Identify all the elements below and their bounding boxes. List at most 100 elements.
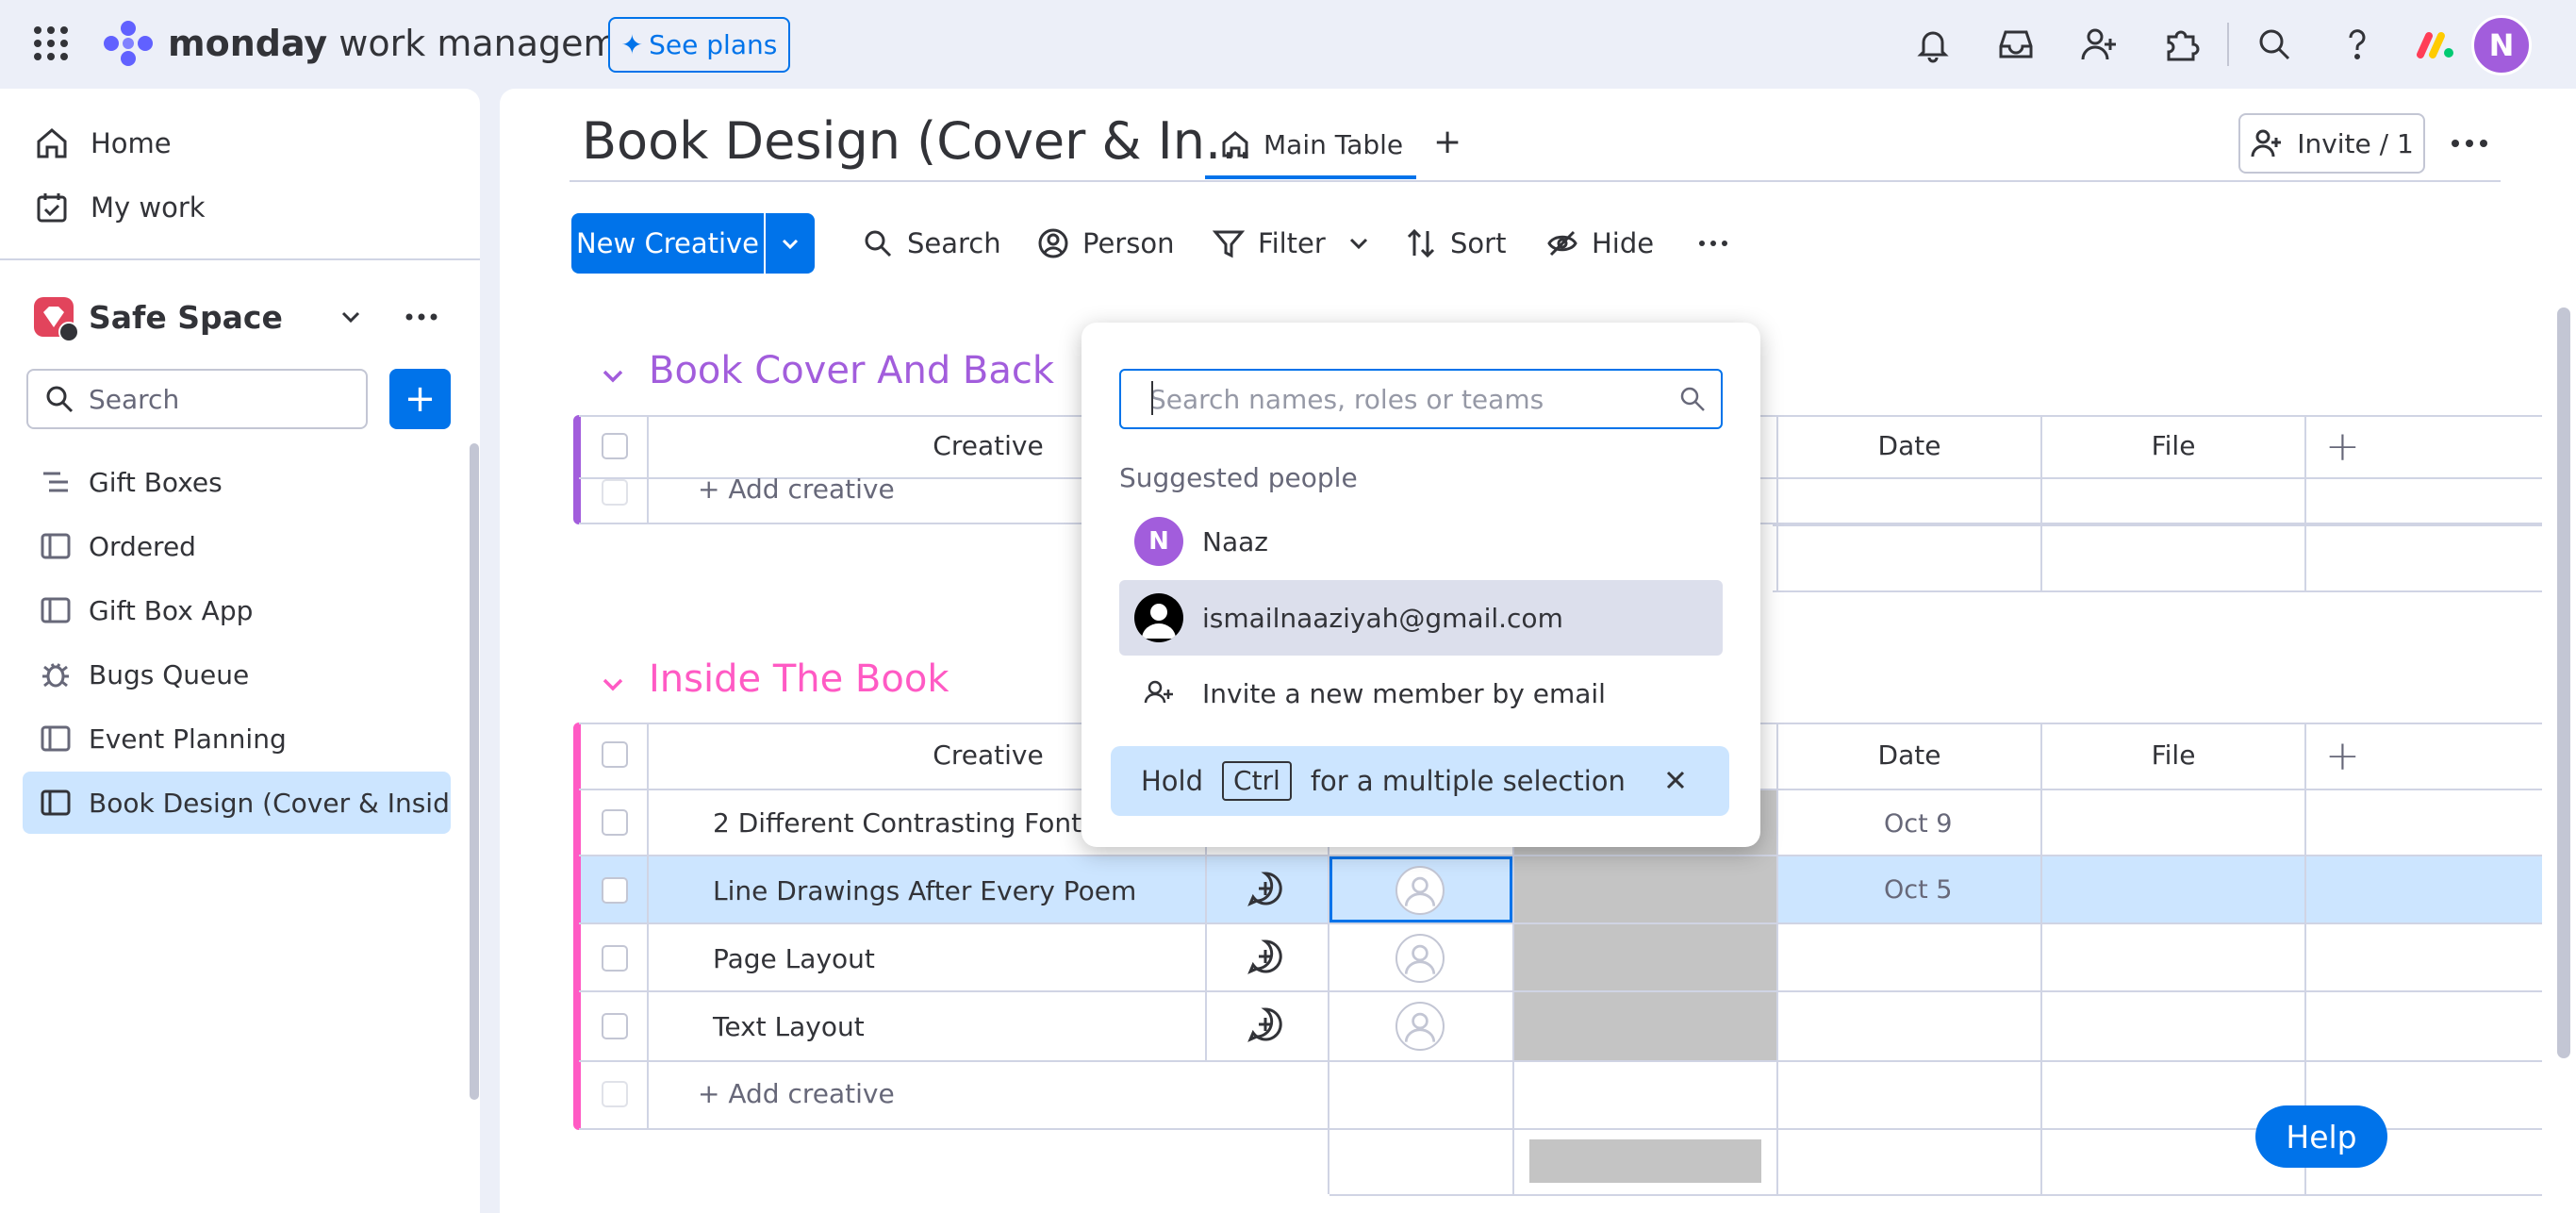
apps-grid-icon[interactable]: [32, 25, 70, 62]
new-creative-button[interactable]: New Creative: [571, 213, 764, 274]
eye-off-icon: [1547, 230, 1577, 257]
person-placeholder-icon[interactable]: [1395, 866, 1445, 915]
column-header-date[interactable]: Date: [1778, 430, 2040, 461]
board-icon: [41, 533, 71, 559]
row-checkbox[interactable]: [602, 1081, 628, 1107]
group-title[interactable]: Book Cover And Back: [649, 349, 1054, 392]
inbox-icon[interactable]: [1995, 24, 2037, 65]
column-header-file[interactable]: File: [2042, 430, 2304, 461]
invite-label: Invite / 1: [2297, 127, 2414, 159]
sidebar-item-my-work[interactable]: My work: [34, 178, 206, 237]
search-icon: [46, 386, 74, 413]
board-label: Ordered: [89, 530, 196, 562]
table-row-name[interactable]: Line Drawings After Every Poem: [713, 875, 1136, 906]
sparkle-icon: ✦: [620, 29, 644, 60]
col-divider: [1328, 789, 1329, 1194]
add-item-link[interactable]: + Add creative: [698, 474, 895, 505]
toolbar-filter-button[interactable]: Filter: [1213, 213, 1326, 274]
tab-main-table[interactable]: Main Table: [1220, 123, 1403, 166]
add-update-icon[interactable]: [1247, 870, 1284, 907]
toolbar-hide-button[interactable]: Hide: [1546, 213, 1654, 274]
person-search-placeholder: Search names, roles or teams: [1149, 383, 1544, 415]
user-avatar[interactable]: N: [2471, 15, 2532, 75]
person-placeholder-icon[interactable]: [1395, 1002, 1445, 1051]
board-more-icon[interactable]: [2450, 126, 2489, 160]
sidebar-board-ordered[interactable]: Ordered: [23, 515, 451, 577]
apps-puzzle-icon[interactable]: [2161, 24, 2203, 65]
filter-dropdown-toggle[interactable]: [1343, 213, 1375, 274]
main-scrollbar[interactable]: [2557, 307, 2570, 1058]
sidebar-board-gift-boxes[interactable]: Gift Boxes: [23, 451, 451, 513]
group-collapse-icon[interactable]: [600, 671, 626, 697]
add-update-icon[interactable]: [1247, 1005, 1284, 1043]
close-icon[interactable]: [1661, 766, 1690, 794]
help-icon[interactable]: [2337, 24, 2378, 65]
help-button[interactable]: Help: [2255, 1105, 2387, 1168]
sidebar-board-bugs-queue[interactable]: Bugs Queue: [23, 643, 451, 706]
invite-members-icon[interactable]: [2078, 24, 2120, 65]
table-row-date[interactable]: Oct 9: [1884, 809, 1952, 839]
person-search-input[interactable]: Search names, roles or teams: [1119, 369, 1723, 429]
toolbar-more-icon[interactable]: [1697, 213, 1729, 274]
row-checkbox[interactable]: [602, 809, 628, 836]
table-row-name[interactable]: Text Layout: [713, 1011, 865, 1042]
column-header-date[interactable]: Date: [1778, 739, 2040, 771]
search-icon: [1678, 385, 1707, 413]
invite-by-email-option[interactable]: Invite a new member by email: [1119, 656, 1723, 731]
row-checkbox[interactable]: [602, 877, 628, 904]
active-tab-indicator: [1205, 175, 1416, 179]
sidebar-board-book-design[interactable]: Book Design (Cover & Insid...: [23, 772, 451, 834]
group-collapse-icon[interactable]: [600, 362, 626, 389]
sidebar-search-input[interactable]: Search: [26, 369, 368, 429]
add-update-icon[interactable]: [1247, 938, 1284, 975]
sidebar-scrollbar[interactable]: [470, 443, 479, 1100]
column-header-file[interactable]: File: [2042, 739, 2304, 771]
toolbar-person-button[interactable]: Person: [1037, 213, 1174, 274]
add-column-button[interactable]: +: [2325, 423, 2360, 471]
chevron-down-icon[interactable]: [338, 304, 364, 330]
new-creative-dropdown[interactable]: [766, 213, 815, 274]
table-row-name[interactable]: Page Layout: [713, 943, 875, 974]
top-bar: monday work management ✦ See plans N: [0, 0, 2576, 89]
workspace-selector[interactable]: Safe Space: [34, 289, 283, 345]
brand-name[interactable]: monday work management: [168, 21, 677, 66]
see-plans-button[interactable]: ✦ See plans: [608, 17, 790, 73]
brand-bold: monday: [168, 23, 328, 64]
person-placeholder-icon[interactable]: [1395, 934, 1445, 983]
toolbar-search-button[interactable]: Search: [862, 213, 1001, 274]
person-option[interactable]: N Naaz: [1119, 504, 1723, 579]
row-checkbox[interactable]: [602, 945, 628, 972]
invite-button[interactable]: Invite / 1: [2238, 113, 2425, 174]
toolbar-hide-label: Hide: [1592, 227, 1655, 259]
row-checkbox[interactable]: [602, 1013, 628, 1039]
workspace-more-icon[interactable]: [404, 304, 439, 330]
table-row-date[interactable]: Oct 5: [1884, 875, 1952, 905]
invite-by-email-label: Invite a new member by email: [1202, 677, 1606, 709]
add-view-button[interactable]: +: [1433, 123, 1461, 161]
add-column-button[interactable]: +: [2325, 732, 2360, 780]
row-checkbox[interactable]: [602, 479, 628, 506]
sidebar-board-gift-box-app[interactable]: Gift Box App: [23, 579, 451, 641]
col-divider: [647, 415, 649, 524]
row-divider: [579, 922, 2542, 924]
sidebar-item-home[interactable]: Home: [34, 114, 172, 173]
toolbar-search-label: Search: [907, 227, 1001, 259]
sidebar-board-event-planning[interactable]: Event Planning: [23, 707, 451, 770]
board-label: Bugs Queue: [89, 658, 250, 690]
person-option[interactable]: ismailnaaziyah@gmail.com: [1119, 580, 1723, 656]
bell-icon[interactable]: [1912, 24, 1954, 65]
topbar-divider: [2227, 23, 2229, 66]
board-title[interactable]: Book Design (Cover & In...: [582, 111, 1253, 171]
chevron-down-icon: [1349, 238, 1368, 250]
select-all-checkbox[interactable]: [602, 433, 628, 459]
col-divider: [647, 723, 649, 1130]
table-row-name[interactable]: 2 Different Contrasting Fonts: [713, 807, 1096, 839]
select-all-checkbox[interactable]: [602, 741, 628, 768]
group-title[interactable]: Inside The Book: [649, 657, 949, 701]
search-icon[interactable]: [2254, 24, 2295, 65]
add-item-link[interactable]: + Add creative: [698, 1078, 895, 1109]
add-board-button[interactable]: +: [389, 369, 451, 429]
toolbar-sort-button[interactable]: Sort: [1405, 213, 1506, 274]
multi-select-tip: Hold Ctrl for a multiple selection: [1111, 746, 1729, 816]
board-label: Event Planning: [89, 723, 287, 755]
